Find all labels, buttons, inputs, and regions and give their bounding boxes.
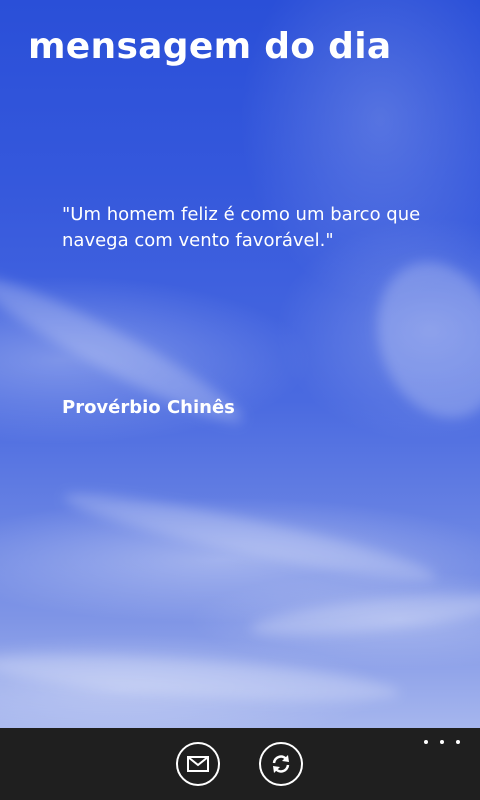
mail-icon: [187, 756, 209, 772]
ellipsis-icon: [424, 740, 428, 744]
refresh-button[interactable]: [259, 742, 303, 786]
application-bar: [0, 728, 480, 800]
ellipsis-icon: [440, 740, 444, 744]
more-options-button[interactable]: [424, 734, 460, 750]
page-title: mensagem do dia: [28, 26, 392, 67]
cloud-wisp: [60, 480, 440, 594]
quote-text: "Um homem feliz é como um barco que nave…: [62, 204, 421, 251]
cloud-wisp: [249, 586, 480, 644]
quote-author: Provérbio Chinês: [62, 397, 235, 418]
ellipsis-icon: [456, 740, 460, 744]
app-screen: mensagem do dia "Um homem feliz é como u…: [0, 0, 480, 800]
refresh-icon: [272, 755, 290, 773]
email-button[interactable]: [176, 742, 220, 786]
cloud-wisp: [0, 645, 401, 711]
cloud-wisp: [356, 244, 480, 436]
sky-background: [0, 0, 480, 728]
